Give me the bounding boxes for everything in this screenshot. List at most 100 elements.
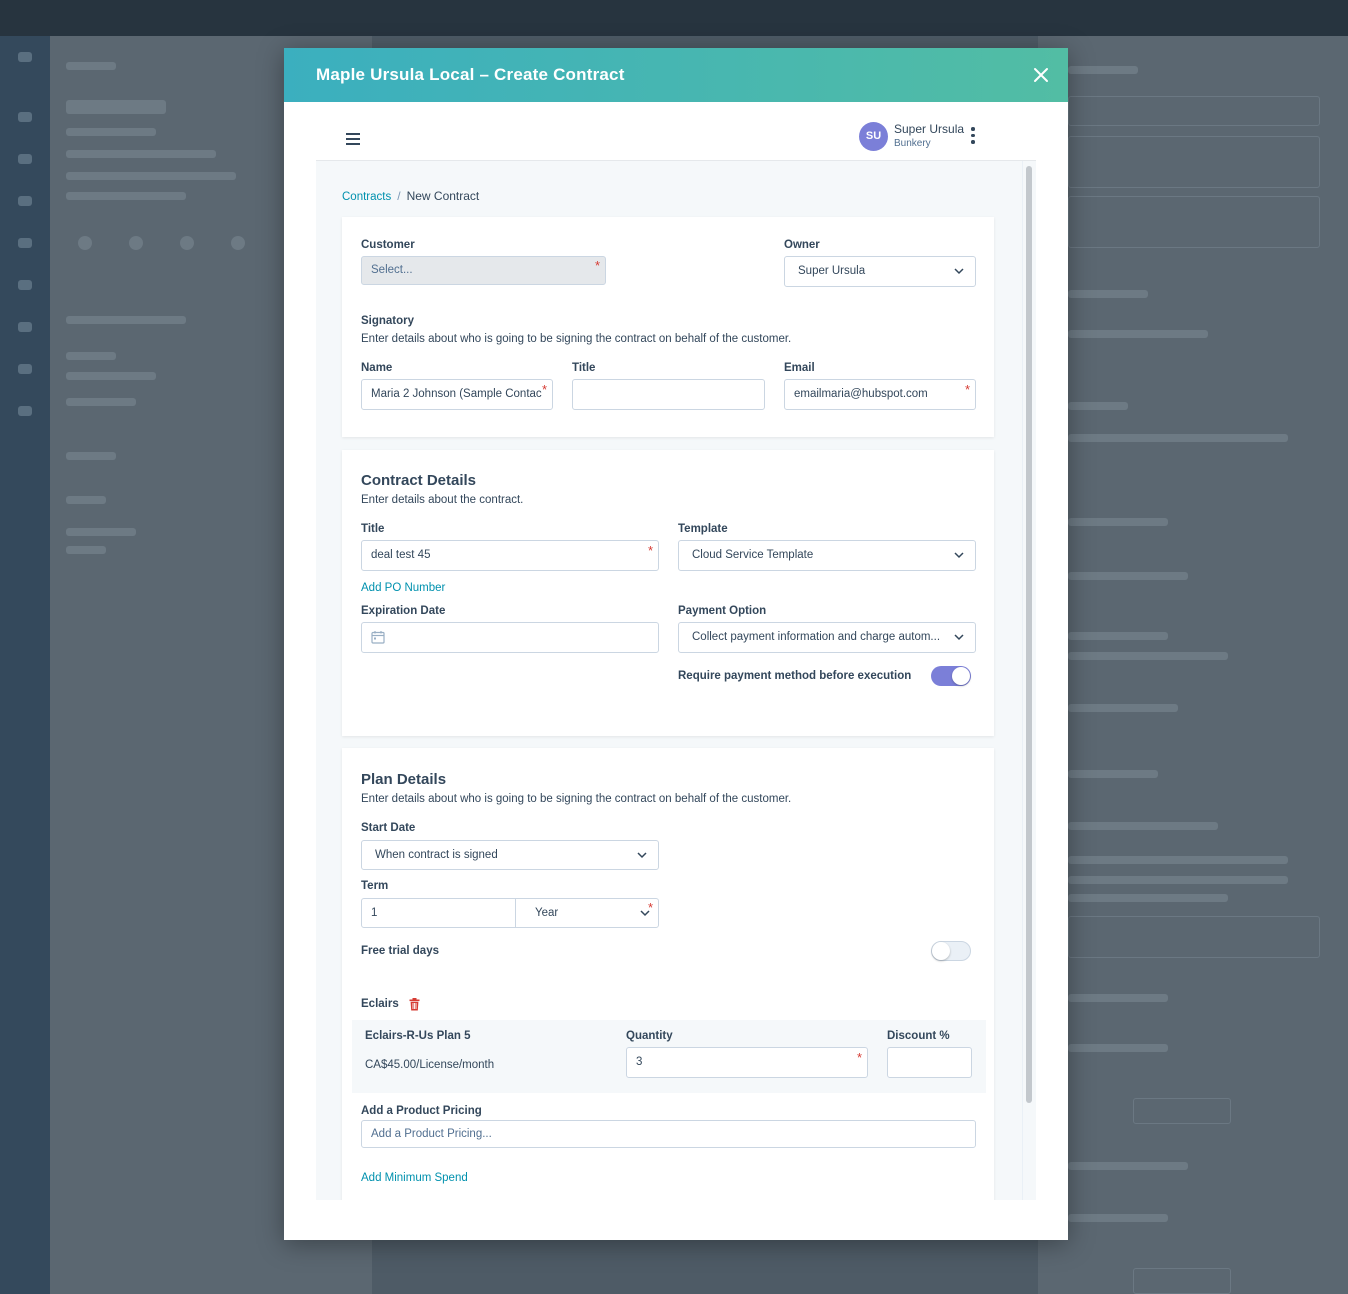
discount-input[interactable] [887,1047,972,1078]
plan-details-description: Enter details about who is going to be s… [361,793,792,805]
background-placeholder [1133,1098,1231,1124]
background-placeholder [66,150,216,158]
plan-line-item: Eclairs-R-Us Plan 5 CA$45.00/License/mon… [352,1020,986,1093]
template-select[interactable]: Cloud Service Template [678,540,976,571]
background-placeholder [66,528,136,536]
background-placeholder [1068,856,1288,864]
contract-title-input[interactable]: deal test 45 [361,540,659,571]
trash-icon[interactable] [409,998,420,1011]
form-scrollbar-thumb[interactable] [1026,166,1032,1103]
term-value-input[interactable]: 1 [361,898,516,928]
background-placeholder [66,372,156,380]
chevron-down-icon [954,552,964,559]
owner-label: Owner [784,239,820,251]
background-placeholder [66,398,136,406]
quantity-input[interactable]: 3 [626,1047,868,1078]
background-rail-icon [18,52,32,62]
signatory-name-input[interactable]: Maria 2 Johnson (Sample Contac [361,379,553,410]
background-placeholder [1068,518,1168,526]
contract-details-description: Enter details about the contract. [361,494,524,506]
customer-select[interactable]: Select... [361,256,606,285]
add-product-pricing-label: Add a Product Pricing [361,1105,482,1117]
background-placeholder [1068,1214,1168,1222]
signatory-description: Enter details about who is going to be s… [361,333,792,345]
payment-option-label: Payment Option [678,605,767,617]
start-date-select[interactable]: When contract is signed [361,840,659,870]
free-trial-toggle[interactable] [931,941,971,961]
background-placeholder [66,452,116,460]
background-placeholder [1068,196,1320,248]
signatory-title-label: Title [572,362,596,374]
user-org: Bunkery [894,138,931,149]
add-product-pricing-input[interactable]: Add a Product Pricing... [361,1120,976,1148]
breadcrumb-contracts-link[interactable]: Contracts [342,191,391,203]
background-placeholder [1068,994,1168,1002]
background-placeholder [1068,704,1178,712]
background-placeholder [129,236,143,250]
background-placeholder [1068,632,1168,640]
signatory-title-input[interactable] [572,379,765,410]
require-payment-toggle[interactable] [931,666,971,686]
background-placeholder [66,496,106,504]
hamburger-menu-icon[interactable] [346,133,360,145]
customer-label: Customer [361,239,415,251]
required-marker: * [965,382,971,397]
background-placeholder [1133,1268,1231,1294]
chevron-down-icon [954,634,964,641]
term-unit-value: Year [535,907,559,919]
background-placeholder [1068,66,1138,74]
close-icon[interactable] [1028,62,1054,88]
signatory-name-label: Name [361,362,393,374]
background-placeholder [1068,402,1128,410]
background-rail-icon [18,364,32,374]
template-label: Template [678,523,728,535]
background-placeholder [1068,652,1228,660]
background-rail-icon [18,280,32,290]
background-rail-icon [18,238,32,248]
toggle-knob [932,942,950,960]
required-marker: * [595,258,601,273]
form-viewport: Contracts / New Contract Customer Select..… [316,161,1036,1200]
term-unit-select[interactable]: Year [515,898,659,928]
contract-details-card: Contract Details Enter details about the… [342,450,994,736]
breadcrumb-separator: / [397,189,401,203]
payment-option-value: Collect payment information and charge a… [692,631,941,643]
background-placeholder [66,546,106,554]
kebab-menu-icon[interactable] [970,127,976,145]
breadcrumb: Contracts / New Contract [342,189,479,203]
owner-value: Super Ursula [798,265,866,277]
required-marker: * [542,382,548,397]
background-rail-icon [18,196,32,206]
modal-header: Maple Ursula Local – Create Contract [284,48,1068,102]
breadcrumb-current: New Contract [406,189,480,203]
background-rail-icon [18,406,32,416]
plan-name: Eclairs-R-Us Plan 5 [365,1030,471,1042]
background-rail-icon [18,322,32,332]
owner-select[interactable]: Super Ursula [784,256,976,287]
background-placeholder [1068,1044,1168,1052]
modal-title: Maple Ursula Local – Create Contract [316,65,625,84]
start-date-label: Start Date [361,822,416,834]
add-minimum-spend-link[interactable]: Add Minimum Spend [361,1172,468,1184]
start-date-value: When contract is signed [375,849,498,861]
expiration-date-label: Expiration Date [361,605,446,617]
background-placeholder [1068,770,1158,778]
calendar-icon[interactable] [371,630,385,644]
background-placeholder [1068,434,1288,442]
expiration-date-input[interactable] [361,622,659,653]
avatar[interactable]: SU [859,122,888,151]
plan-details-heading: Plan Details [361,771,447,788]
signatory-title: Signatory [361,315,415,327]
background-placeholder [1068,916,1320,958]
plan-price: CA$45.00/License/month [365,1059,495,1071]
background-placeholder [1068,96,1320,126]
customer-signatory-card: Customer Select... * Owner Super Ursula … [342,217,994,437]
signatory-email-input[interactable]: emailmaria@hubspot.com [784,379,976,410]
free-trial-label: Free trial days [361,945,439,957]
background-placeholder [1068,876,1288,884]
background-placeholder [1068,1162,1188,1170]
add-po-number-link[interactable]: Add PO Number [361,582,445,594]
background-placeholder [66,192,186,200]
payment-option-select[interactable]: Collect payment information and charge a… [678,622,976,653]
contract-title-label: Title [361,523,385,535]
